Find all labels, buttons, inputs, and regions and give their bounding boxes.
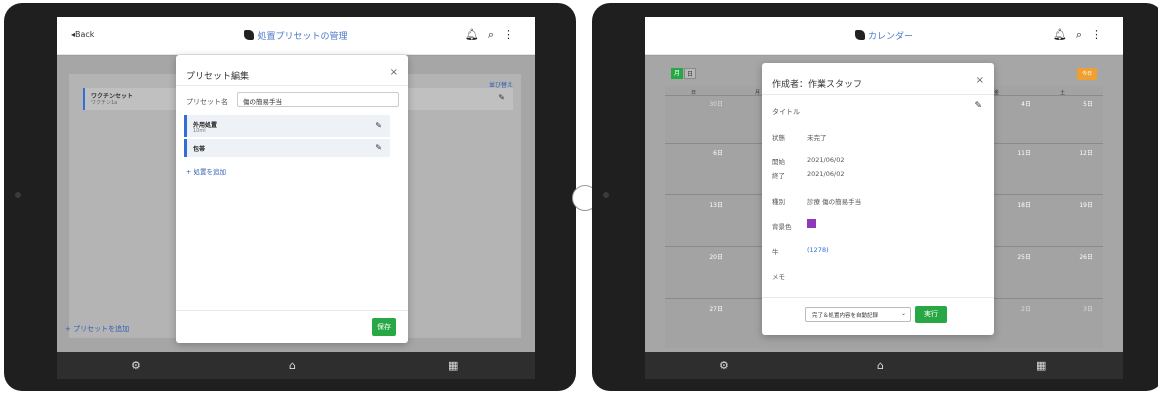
modal-title: プリセット編集	[186, 72, 250, 82]
calendar-day[interactable]: 18日	[1001, 200, 1031, 209]
ipad-left: ◂Back 処置プリセットの管理 🔔︎⌕⋮ 並び替え ワクチンセット ワクチン1…	[4, 3, 598, 391]
gear-icon[interactable]: ⚙	[719, 359, 729, 372]
page-title: 処置プリセットの管理	[57, 29, 535, 42]
weekday-label: 金	[994, 90, 1000, 96]
treatment-item[interactable]: 包帯 ✎	[184, 139, 390, 157]
tab-month[interactable]: 月	[671, 68, 683, 79]
field-value: 診療 傷の簡易手当	[807, 198, 862, 206]
run-button[interactable]: 実行	[915, 306, 947, 323]
today-button[interactable]: 今日	[1077, 68, 1097, 80]
header-icons: 🔔︎⌕⋮	[1053, 28, 1111, 42]
calendar-day[interactable]: 19日	[1063, 200, 1093, 209]
field-label: 状態	[772, 134, 785, 142]
bell-icon[interactable]: 🔔︎	[1053, 28, 1076, 41]
cow-link[interactable]: (1278)	[807, 246, 829, 254]
treatment-item[interactable]: 外用処置 10ml ✎	[184, 115, 390, 137]
page-title-text: カレンダー	[867, 32, 913, 42]
preset-name-value: 傷の簡易手当	[243, 98, 282, 106]
event-detail-modal: 作成者：作業スタッフ × ✎ タイトル 状態 未完了 開始 2021/06/02…	[762, 63, 994, 335]
pencil-icon[interactable]: ✎	[375, 143, 382, 152]
calendar-day[interactable]: 4日	[1001, 99, 1031, 108]
screen-calendar: カレンダー 🔔︎⌕⋮ 月 日 今日 日 月 金 土 30日 4日 5日 6日 1…	[645, 17, 1123, 379]
logo-icon	[854, 30, 865, 40]
calendar-icon[interactable]: ▦	[448, 359, 458, 372]
calendar-day[interactable]: 2日	[1001, 304, 1031, 313]
search-icon[interactable]: ⌕	[488, 28, 503, 41]
top-bar: ◂Back 処置プリセットの管理 🔔︎⌕⋮	[57, 17, 535, 55]
home-icon[interactable]: ⌂	[877, 359, 884, 372]
bell-icon[interactable]: 🔔︎	[465, 28, 488, 41]
field-value: 2021/06/02	[807, 156, 845, 164]
modal-title: 作成者：作業スタッフ	[772, 80, 863, 90]
field-label: 終了	[772, 172, 785, 180]
preset-name-label: プリセット名	[186, 98, 228, 106]
page-title-text: 処置プリセットの管理	[257, 32, 348, 42]
preset-row-sub: ワクチン1a	[91, 100, 118, 106]
more-icon[interactable]: ⋮	[503, 28, 523, 41]
header-icons: 🔔︎⌕⋮	[465, 28, 523, 42]
treatment-sub: 10ml	[193, 128, 206, 134]
calendar-day[interactable]: 26日	[1063, 252, 1093, 261]
gear-icon[interactable]: ⚙	[131, 359, 141, 372]
add-treatment-link[interactable]: + 処置を追加	[186, 166, 226, 176]
preset-name-input[interactable]: 傷の簡易手当	[237, 92, 399, 107]
field-value: 2021/06/02	[807, 170, 845, 178]
field-label: 牛	[772, 248, 779, 256]
divider	[176, 310, 408, 311]
save-button[interactable]: 保存	[372, 318, 396, 336]
field-label: メモ	[772, 273, 785, 281]
calendar-icon[interactable]: ▦	[1036, 359, 1046, 372]
preset-edit-modal: プリセット編集 × プリセット名 傷の簡易手当 外用処置 10ml ✎ 包帯 ✎…	[176, 55, 408, 343]
page-title: カレンダー	[645, 29, 1123, 42]
divider	[762, 297, 994, 298]
camera	[15, 192, 21, 198]
pencil-icon[interactable]: ✎	[498, 93, 505, 102]
field-label: 種別	[772, 198, 785, 206]
more-icon[interactable]: ⋮	[1091, 28, 1111, 41]
screen-preset-manager: ◂Back 処置プリセットの管理 🔔︎⌕⋮ 並び替え ワクチンセット ワクチン1…	[57, 17, 535, 379]
calendar-day[interactable]: 25日	[1001, 252, 1031, 261]
bottom-nav: ⚙ ⌂ ▦	[645, 352, 1123, 379]
treatment-title: 包帯	[193, 146, 206, 153]
field-label: 開始	[772, 158, 785, 166]
weekday-label: 月	[755, 90, 761, 96]
ipad-right: カレンダー 🔔︎⌕⋮ 月 日 今日 日 月 金 土 30日 4日 5日 6日 1…	[592, 3, 1158, 391]
bg-color-swatch	[807, 219, 816, 228]
tab-day[interactable]: 日	[684, 68, 696, 79]
calendar-day[interactable]: 30日	[693, 99, 723, 108]
calendar-day[interactable]: 20日	[693, 252, 723, 261]
weekday-label: 日	[691, 90, 697, 96]
field-value: 未完了	[807, 134, 827, 142]
weekday-label: 土	[1060, 90, 1066, 96]
divider	[762, 94, 994, 95]
home-icon[interactable]: ⌂	[289, 359, 296, 372]
calendar-day[interactable]: 13日	[693, 200, 723, 209]
search-icon[interactable]: ⌕	[1076, 28, 1091, 41]
action-select-value: 完了＆処置内容を自動記録	[812, 313, 879, 319]
calendar-day[interactable]: 11日	[1001, 148, 1031, 157]
add-preset-button[interactable]: + プリセットを追加	[65, 324, 129, 334]
chevron-down-icon: ⌄	[900, 310, 906, 317]
logo-icon	[244, 30, 255, 40]
divider	[176, 85, 408, 86]
close-icon[interactable]: ×	[390, 67, 398, 78]
calendar-day[interactable]: 6日	[693, 148, 723, 157]
calendar-day[interactable]: 12日	[1063, 148, 1093, 157]
calendar-day[interactable]: 5日	[1063, 99, 1093, 108]
close-icon[interactable]: ×	[976, 75, 984, 86]
action-select[interactable]: 完了＆処置内容を自動記録 ⌄	[805, 307, 911, 322]
top-bar: カレンダー 🔔︎⌕⋮	[645, 17, 1123, 55]
field-label: 背景色	[772, 223, 792, 231]
bottom-nav: ⚙ ⌂ ▦	[57, 352, 535, 379]
edit-icon[interactable]: ✎	[974, 101, 982, 111]
camera	[603, 192, 609, 198]
calendar-day[interactable]: 3日	[1063, 304, 1093, 313]
field-label: タイトル	[772, 108, 800, 116]
calendar-day[interactable]: 27日	[693, 304, 723, 313]
pencil-icon[interactable]: ✎	[375, 121, 382, 130]
